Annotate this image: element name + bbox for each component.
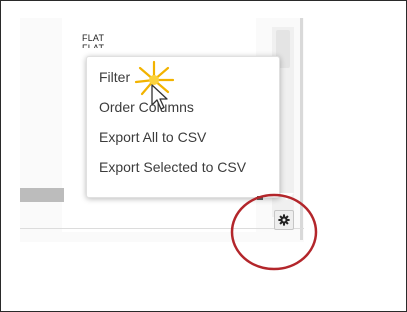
grid-cell: FLAT	[82, 33, 105, 43]
menu-item-export-all-csv[interactable]: Export All to CSV	[99, 129, 206, 145]
grid-marker	[257, 196, 263, 200]
horizontal-scrollbar-thumb[interactable]	[20, 188, 64, 202]
menu-item-order-columns[interactable]: Order Columns	[99, 99, 194, 115]
gear-icon	[278, 214, 290, 226]
menu-pointer	[280, 193, 294, 200]
column-options-menu: Filter Order Columns Export All to CSV E…	[86, 56, 280, 198]
grid-right-border	[300, 18, 303, 240]
settings-button[interactable]	[274, 210, 294, 230]
menu-item-filter[interactable]: Filter	[99, 69, 130, 85]
menu-item-export-selected-csv[interactable]: Export Selected to CSV	[99, 159, 246, 175]
grid-footer-divider	[20, 228, 304, 229]
